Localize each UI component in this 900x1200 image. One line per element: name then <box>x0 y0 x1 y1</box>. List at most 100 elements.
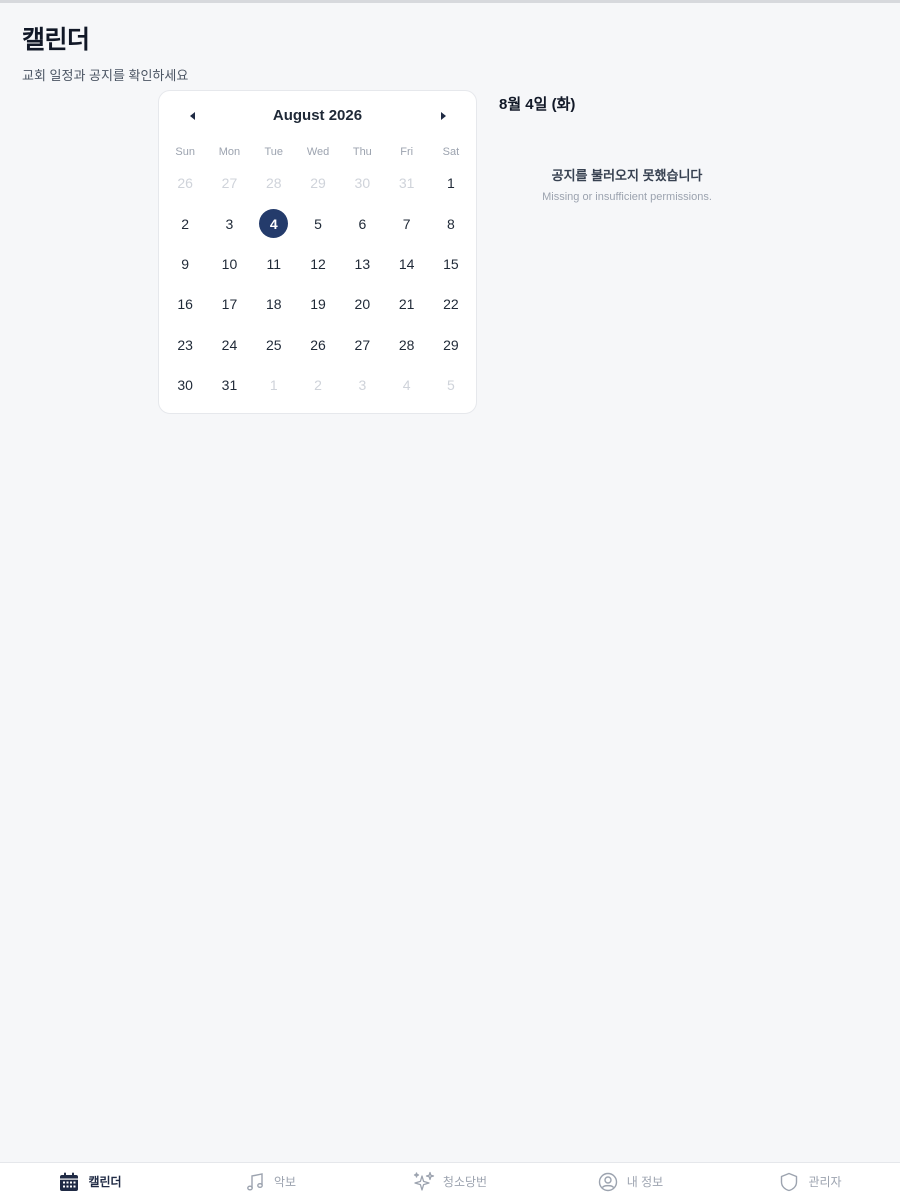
calendar-day-outside[interactable]: 26 <box>163 163 207 203</box>
chevron-right-icon <box>440 112 446 120</box>
user-circle-icon <box>597 1171 619 1193</box>
selected-date-heading: 8월 4일 (화) <box>499 96 576 113</box>
calendar-day-number: 19 <box>310 296 326 313</box>
calendar-day-number: 14 <box>398 255 415 272</box>
day-grid: 26 27 28 29 30 31 1 2 3 4 5 6 7 8 9 10 11 12 13 14 15 16 17 18 1… <box>163 163 476 405</box>
calendar-day[interactable]: 26 <box>296 325 340 365</box>
calendar-day-number: 4 <box>259 209 289 239</box>
calendar-day-outside[interactable]: 29 <box>296 163 340 203</box>
calendar-day[interactable]: 17 <box>207 284 251 324</box>
calendar-day-number: 20 <box>354 296 371 313</box>
page-subtitle: 교회 일정과 공지를 확인하세요 <box>22 68 189 83</box>
nav-item-calendar[interactable]: 캘린더 <box>0 1163 180 1200</box>
calendar-day[interactable]: 27 <box>340 325 384 365</box>
calendar-day[interactable]: 3 <box>207 203 251 243</box>
calendar-day[interactable]: 31 <box>207 365 251 405</box>
calendar-day[interactable]: 23 <box>163 325 207 365</box>
shield-icon <box>778 1171 800 1193</box>
calendar-day-outside[interactable]: 1 <box>252 365 296 405</box>
calendar-day-number: 10 <box>221 255 238 272</box>
calendar-day[interactable]: 7 <box>384 203 428 243</box>
calendar-day-number: 22 <box>443 296 459 313</box>
calendar-day-number: 29 <box>443 336 459 353</box>
month-label: August 2026 <box>272 107 363 124</box>
sparkles-icon <box>413 1171 435 1193</box>
calendar-day-number: 30 <box>354 175 371 192</box>
calendar-nav: August 2026 <box>159 91 476 141</box>
next-month-button[interactable] <box>430 105 456 127</box>
page-header: 캘린더 교회 일정과 공지를 확인하세요 <box>22 20 188 84</box>
calendar-day-number: 27 <box>354 336 371 353</box>
calendar-day[interactable]: 20 <box>340 284 384 324</box>
calendar-day[interactable]: 28 <box>384 325 428 365</box>
calendar-day[interactable]: 29 <box>429 325 473 365</box>
calendar-day-selected[interactable]: 4 <box>252 203 296 243</box>
calendar-day-number: 27 <box>221 175 238 192</box>
calendar-day[interactable]: 5 <box>296 203 340 243</box>
nav-item-admin[interactable]: 관리자 <box>720 1163 900 1200</box>
calendar-day-number: 28 <box>398 336 415 353</box>
calendar-day[interactable]: 9 <box>163 244 207 284</box>
calendar-day[interactable]: 16 <box>163 284 207 324</box>
bottom-nav: 캘린더 악보 청소당번 내 정보 관리자 <box>0 1162 900 1200</box>
calendar-day-number: 26 <box>177 175 193 192</box>
weekday-header: Sun Mon Tue Wed Thu Fri Sat <box>163 141 476 163</box>
calendar-day-number: 8 <box>447 215 455 232</box>
calendar-day[interactable]: 30 <box>163 365 207 405</box>
calendar-day-number: 1 <box>447 175 455 192</box>
calendar-day[interactable]: 15 <box>429 244 473 284</box>
calendar-day[interactable]: 21 <box>384 284 428 324</box>
weekday-label: Fri <box>400 146 414 158</box>
calendar-day-number: 1 <box>269 377 278 394</box>
calendar-day[interactable]: 24 <box>207 325 251 365</box>
calendar-day-outside[interactable]: 28 <box>252 163 296 203</box>
calendar-day-outside[interactable]: 27 <box>207 163 251 203</box>
calendar-day-number: 11 <box>266 255 282 272</box>
calendar-day-number: 2 <box>314 377 322 394</box>
calendar-day[interactable]: 12 <box>296 244 340 284</box>
calendar-day-outside[interactable]: 30 <box>340 163 384 203</box>
calendar-day[interactable]: 1 <box>429 163 473 203</box>
calendar-day[interactable]: 19 <box>296 284 340 324</box>
nav-label-calendar: 캘린더 <box>88 1175 122 1189</box>
weekday-label: Tue <box>264 146 284 158</box>
calendar-day-outside[interactable]: 5 <box>429 365 473 405</box>
calendar-day[interactable]: 14 <box>384 244 428 284</box>
calendar-day[interactable]: 10 <box>207 244 251 284</box>
calendar-day-number: 16 <box>177 296 193 313</box>
calendar-day-number: 31 <box>221 377 238 394</box>
calendar-day-number: 21 <box>398 296 415 313</box>
calendar-day-outside[interactable]: 3 <box>340 365 384 405</box>
calendar-day-number: 6 <box>358 215 367 232</box>
calendar-day-number: 24 <box>221 336 238 353</box>
calendar-day-number: 4 <box>402 377 411 394</box>
calendar-day[interactable]: 11 <box>252 244 296 284</box>
calendar-day-outside[interactable]: 4 <box>384 365 428 405</box>
page-title: 캘린더 <box>22 26 90 54</box>
calendar-day-number: 29 <box>310 175 326 192</box>
nav-item-cleaning-duty[interactable]: 청소당번 <box>360 1163 540 1200</box>
calendar-day-number: 7 <box>402 215 411 232</box>
calendar-day[interactable]: 18 <box>252 284 296 324</box>
calendar-day-number: 15 <box>443 255 459 272</box>
calendar-day-number: 26 <box>310 336 326 353</box>
calendar-day-number: 25 <box>265 336 282 353</box>
calendar-day-number: 13 <box>354 255 371 272</box>
notice-error-message: Missing or insufficient permissions. <box>542 191 712 203</box>
calendar-day[interactable]: 25 <box>252 325 296 365</box>
nav-label-sheet-music: 악보 <box>273 1175 297 1189</box>
nav-item-sheet-music[interactable]: 악보 <box>180 1163 360 1200</box>
calendar-day-outside[interactable]: 31 <box>384 163 428 203</box>
calendar-day[interactable]: 22 <box>429 284 473 324</box>
calendar-day[interactable]: 6 <box>340 203 384 243</box>
calendar-day[interactable]: 8 <box>429 203 473 243</box>
calendar-day[interactable]: 13 <box>340 244 384 284</box>
calendar-day-number: 31 <box>398 175 415 192</box>
calendar-day-outside[interactable]: 2 <box>296 365 340 405</box>
nav-item-my-info[interactable]: 내 정보 <box>540 1163 720 1200</box>
nav-label-admin: 관리자 <box>808 1175 842 1189</box>
calendar-day[interactable]: 2 <box>163 203 207 243</box>
day-detail-panel: 8월 4일 (화) 공지를 불러오지 못했습니다 Missing or insu… <box>499 93 879 203</box>
calendar-day-number: 3 <box>225 215 234 232</box>
calendar-icon <box>58 1171 80 1193</box>
